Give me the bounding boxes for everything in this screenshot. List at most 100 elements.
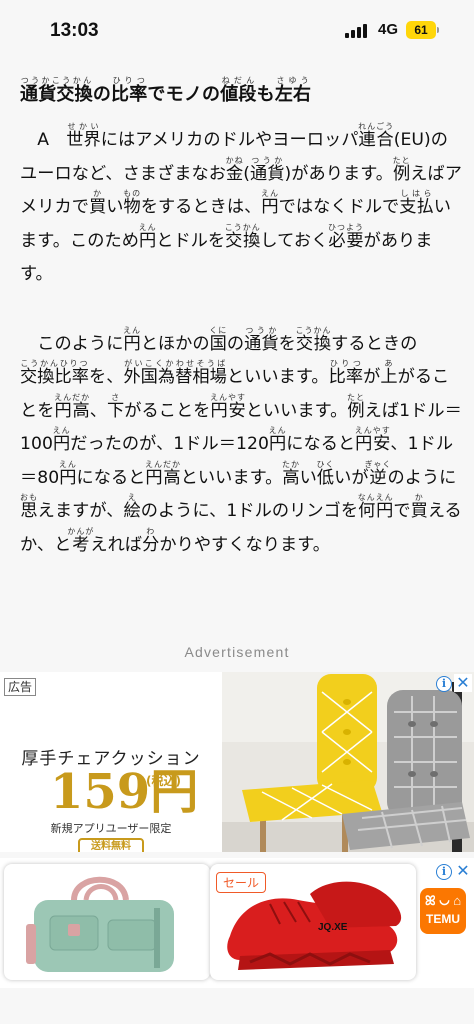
- temu-logo-text: TEMU: [426, 912, 460, 926]
- ruby-word: 低ひく: [317, 460, 335, 488]
- ruby-base: 円安: [210, 400, 247, 421]
- ruby-word: 円えん: [261, 189, 279, 217]
- ruby-word: 支払しはら: [399, 189, 433, 217]
- cushion-ad-banner[interactable]: 広告 厚手チェアクッション 159円 (税込) 新規アプリユーザー限定 送料無料: [0, 672, 474, 852]
- text-run: するときの: [331, 333, 418, 354]
- ruby-word: 円えん: [269, 426, 287, 454]
- ruby-base: 上: [380, 367, 398, 387]
- ruby-word: 絵え: [123, 493, 141, 521]
- text-run: 、: [89, 400, 107, 421]
- furigana: こうかん: [224, 222, 261, 232]
- ruby-word: 例たと: [393, 156, 411, 184]
- ruby-base: 金: [225, 163, 244, 184]
- ruby-base: 連合: [358, 130, 395, 150]
- furigana: かんが: [67, 526, 95, 536]
- ruby-word: 円高えんだか: [54, 393, 90, 421]
- ruby-word: 物もの: [123, 189, 142, 217]
- text-run: にはアメリカのドルやヨーロッパ: [100, 130, 359, 150]
- ruby-word: 比率ひりつ: [111, 76, 147, 105]
- ruby-base: 外国為替相場: [123, 367, 227, 387]
- text-run: (: [243, 163, 251, 184]
- product-ad-info-icon[interactable]: i: [436, 864, 452, 880]
- cellular-signal-icon: [345, 24, 371, 38]
- product-ad[interactable]: JQ.XE セール i ✕: [0, 858, 474, 988]
- text-run: いが: [334, 467, 369, 488]
- product-ad-close-icon[interactable]: ✕: [454, 862, 472, 880]
- text-run: になると: [76, 467, 146, 488]
- furigana: えん: [268, 426, 287, 435]
- ruby-base: 円: [58, 467, 77, 488]
- ruby-base: 円: [138, 230, 157, 251]
- text-run: い: [106, 197, 124, 217]
- furigana: がいこくかわせそうば: [123, 359, 227, 368]
- ruby-word: 下さ: [107, 393, 124, 421]
- ruby-word: 高たか: [282, 460, 301, 488]
- text-run: しておく: [260, 230, 329, 251]
- text-run: かりやすくなります。: [159, 534, 330, 555]
- ruby-word: 必要ひつよう: [328, 223, 364, 251]
- furigana: えん: [58, 459, 77, 469]
- furigana: れんごう: [358, 122, 395, 131]
- ruby-base: 絵: [123, 501, 141, 521]
- ruby-base: 円高: [145, 467, 182, 488]
- ruby-base: 左右: [274, 84, 312, 105]
- text-run: の: [92, 84, 112, 105]
- ad-price-row: 159円 (税込): [50, 764, 198, 820]
- ruby-word: 交換こうかん: [225, 223, 261, 251]
- ruby-base: 国: [209, 333, 228, 354]
- furigana: こうかん: [295, 325, 332, 335]
- ruby-word: 世界せかい: [66, 122, 100, 150]
- text-run: を: [278, 333, 296, 354]
- ruby-base: 分: [142, 534, 160, 555]
- ruby-base: 思: [20, 501, 38, 521]
- bottom-safe-area: [0, 990, 474, 1024]
- furigana: こうかんひりつ: [20, 359, 89, 368]
- furigana: さゆう: [274, 76, 312, 85]
- cushion-chairs-image[interactable]: [222, 672, 474, 852]
- battery-level: 61: [414, 23, 428, 37]
- furigana: えんだか: [54, 392, 91, 402]
- ruby-word: 逆ぎゃく: [365, 460, 392, 488]
- furigana: えん: [138, 222, 157, 232]
- text-run: といいます。: [180, 467, 283, 488]
- ad-product-bag[interactable]: [4, 864, 210, 980]
- text-run: とほかの: [140, 333, 210, 354]
- ad-user-limit-note: 新規アプリユーザー限定: [50, 822, 172, 835]
- temu-logo-glyphs: ꕤ ◡ ⌂: [424, 893, 462, 908]
- furigana: えんやす: [210, 392, 247, 402]
- ruby-base: 通貨: [250, 163, 285, 184]
- ruby-word: 円えん: [138, 223, 157, 251]
- ruby-word: 円安えんやす: [355, 426, 391, 454]
- text-run: を、: [88, 367, 124, 387]
- ruby-word: 考かんが: [67, 527, 94, 555]
- furigana: えん: [261, 189, 279, 198]
- text-run: といいます。: [245, 400, 348, 421]
- ruby-base: 何円: [357, 501, 394, 521]
- text-run: といいます。: [226, 367, 329, 387]
- ad-info-icon[interactable]: i: [436, 676, 452, 692]
- ad-badge: 広告: [4, 678, 37, 696]
- ruby-word: 左右さゆう: [274, 76, 312, 105]
- status-bar: 13:03 4G 61: [0, 0, 474, 58]
- bag-image: [26, 876, 174, 972]
- ad-close-icon[interactable]: ✕: [454, 674, 472, 692]
- text-run: が: [363, 367, 381, 387]
- ruby-base: 物: [123, 197, 142, 217]
- ruby-word: 買か: [411, 493, 428, 521]
- ad-product-shoes[interactable]: JQ.XE セール: [210, 864, 416, 980]
- text-run: がることを: [124, 400, 211, 421]
- article: 通貨交換つうかこうかんの比率ひりつでモノの値段ねだんも左右さゆう A 世界せかい…: [20, 72, 465, 562]
- shoe-text: JQ.XE: [318, 922, 348, 933]
- cushion-ad-text-panel[interactable]: 広告 厚手チェアクッション 159円 (税込) 新規アプリユーザー限定 送料無料: [0, 672, 222, 852]
- furigana: えん: [123, 325, 142, 335]
- ruby-word: 交換こうかん: [296, 326, 332, 354]
- ruby-word: 通貨つうか: [250, 156, 285, 184]
- furigana: えんだか: [145, 459, 182, 469]
- text-run: のように: [387, 467, 457, 488]
- ruby-base: 高: [282, 467, 301, 488]
- ruby-word: 円えん: [123, 326, 141, 354]
- temu-logo[interactable]: ꕤ ◡ ⌂ TEMU: [420, 888, 466, 934]
- ruby-word: 何円なんえん: [357, 493, 394, 521]
- ruby-word: 値段ねだん: [220, 76, 256, 105]
- text-run: になると: [286, 434, 356, 454]
